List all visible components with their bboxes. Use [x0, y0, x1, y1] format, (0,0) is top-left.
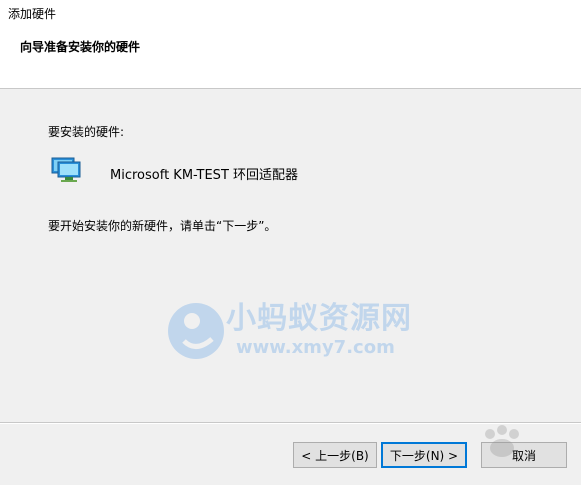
- instruction-text: 要开始安装你的新硬件，请单击“下一步”。: [48, 219, 277, 233]
- ant-logo-icon: [168, 303, 224, 359]
- window-title: 添加硬件: [8, 7, 57, 21]
- title-bar: 添加硬件: [0, 0, 581, 22]
- cancel-button[interactable]: 取消: [481, 442, 567, 468]
- network-adapter-icon: [51, 157, 81, 182]
- wizard-header-title: 向导准备安装你的硬件: [20, 40, 141, 54]
- back-button[interactable]: < 上一步(B): [293, 442, 377, 468]
- device-name: Microsoft KM-TEST 环回适配器: [110, 168, 299, 183]
- footer-divider-highlight: [0, 423, 581, 424]
- watermark-url: www.xmy7.com: [236, 337, 395, 358]
- add-hardware-dialog: 添加硬件 向导准备安装你的硬件 要安装的硬件: Microsoft KM-TES…: [0, 0, 581, 485]
- wizard-header: 向导准备安装你的硬件: [0, 22, 581, 89]
- watermark: 小蚂蚁资源网 www.xmy7.com: [166, 283, 436, 373]
- watermark-title: 小蚂蚁资源网: [226, 301, 412, 336]
- hardware-section-label: 要安装的硬件:: [48, 125, 125, 139]
- wizard-body: 要安装的硬件: Microsoft KM-TEST 环回适配器 要开始安装你的新…: [0, 89, 581, 421]
- next-button[interactable]: 下一步(N) >: [381, 442, 467, 468]
